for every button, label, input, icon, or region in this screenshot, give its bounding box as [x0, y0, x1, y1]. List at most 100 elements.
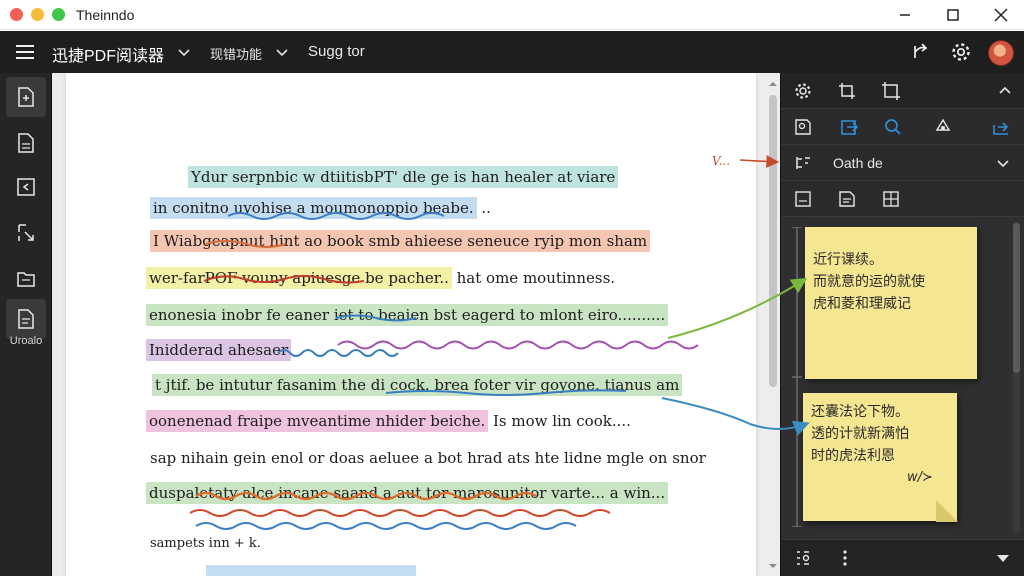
- add-file-icon: [18, 87, 34, 107]
- hamburger-icon: [16, 45, 34, 59]
- highlight-blue: [206, 565, 416, 576]
- gear-icon: [952, 43, 970, 61]
- close-icon: [994, 8, 1008, 22]
- scrollbar-thumb[interactable]: [769, 95, 777, 387]
- minimize-traffic-light[interactable]: [31, 8, 44, 21]
- export-annot-tool[interactable]: [835, 113, 863, 141]
- thumbnail-icon: [795, 191, 811, 207]
- document-scrollbar[interactable]: [768, 79, 778, 571]
- chevron-down-icon[interactable]: [274, 44, 290, 60]
- search-annot-tool[interactable]: [879, 113, 907, 141]
- settings-button[interactable]: [948, 40, 974, 64]
- scrollbar-thumb[interactable]: [1013, 223, 1020, 373]
- page-icon: [839, 191, 855, 207]
- crop-icon: [839, 83, 855, 99]
- annotations-panel: Oath de 近行课续。 而就意的运的就使 虎和菱和理威记 还囊法论下物。 透…: [780, 73, 1024, 576]
- forward-icon: [993, 122, 1009, 135]
- note-tool[interactable]: [6, 299, 46, 339]
- more-button[interactable]: [831, 544, 859, 572]
- expand-panel-button[interactable]: [989, 544, 1017, 572]
- orange-wave: [195, 491, 537, 501]
- chevron-down-icon[interactable]: [995, 155, 1011, 171]
- filter-icon: [796, 157, 810, 169]
- minimize-button[interactable]: [888, 3, 922, 27]
- image-annot-tool[interactable]: [789, 113, 817, 141]
- cycle-annot-tool[interactable]: [929, 113, 957, 141]
- grid-view[interactable]: [877, 185, 905, 213]
- window-title: Theinndo: [76, 7, 135, 23]
- sticky-note[interactable]: 近行课续。 而就意的运的就使 虎和菱和理威记: [805, 227, 977, 379]
- thumbnail-view[interactable]: [789, 185, 817, 213]
- close-traffic-light[interactable]: [10, 8, 23, 21]
- share-icon: [914, 43, 928, 58]
- gear-icon: [795, 83, 811, 99]
- maximize-button[interactable]: [936, 3, 970, 27]
- app-header: 迅捷PDF阅读器 现错功能 Sugg tor: [0, 31, 1024, 73]
- panel-collapse-button[interactable]: [991, 77, 1019, 105]
- caret-down-icon: [997, 555, 1009, 562]
- purple-wave: [337, 340, 699, 350]
- add-file-tool[interactable]: [6, 77, 46, 117]
- filter-dropdown-label[interactable]: Oath de: [833, 155, 883, 171]
- notes-scrollbar[interactable]: [1013, 221, 1020, 533]
- note-icon: [18, 309, 34, 329]
- suggest-menu[interactable]: Sugg tor: [308, 43, 365, 60]
- red-underline: [203, 275, 365, 284]
- page-view[interactable]: [833, 185, 861, 213]
- panel-settings-tab[interactable]: [789, 77, 817, 105]
- minimize-icon: [900, 14, 910, 16]
- window-titlebar: Theinndo: [0, 0, 1024, 30]
- panel-options-button[interactable]: [789, 544, 817, 572]
- orange-underline: [205, 240, 287, 248]
- tools-menu[interactable]: 现错功能: [210, 44, 262, 63]
- note-tool-label: Uroalo: [9, 335, 43, 347]
- transform-icon: [882, 82, 900, 100]
- avatar[interactable]: [988, 40, 1014, 66]
- filter-tool[interactable]: [789, 149, 817, 177]
- import-tool[interactable]: [6, 167, 46, 207]
- menu-button[interactable]: [12, 40, 38, 64]
- share-annot-tool[interactable]: [987, 113, 1015, 141]
- maximize-icon: [947, 9, 959, 21]
- ink-annotations: [189, 212, 699, 576]
- note-line: 而就意的运的就使: [813, 274, 925, 290]
- note-line: 近行课续。: [813, 252, 883, 268]
- panel-footer: [781, 539, 1024, 576]
- left-toolbar: Uroalo: [0, 73, 52, 576]
- app-name: 迅捷PDF阅读器: [52, 48, 165, 65]
- scroll-down-icon[interactable]: [768, 561, 778, 571]
- panel-tools-row: [781, 109, 1024, 145]
- blue-wave: [277, 349, 399, 357]
- close-button[interactable]: [984, 3, 1018, 27]
- document-icon: [18, 133, 34, 153]
- share-button[interactable]: [908, 40, 934, 64]
- page-curl: [936, 500, 958, 522]
- select-icon: [18, 224, 34, 241]
- import-icon: [17, 178, 35, 196]
- document-viewport[interactable]: Ydur serpnbic w dtiitisbPT' dle ge is ha…: [52, 73, 780, 576]
- red-wave: [189, 509, 611, 517]
- note-line: 虎和菱和理威记: [813, 296, 911, 312]
- note-line: 时的虎法利恩: [811, 448, 895, 464]
- panel-crop-tab[interactable]: [833, 77, 861, 105]
- sticky-note[interactable]: 还囊法论下物。 透的计就新满怕 时的虎法利恩 w/≻: [803, 393, 958, 522]
- zoom-traffic-light[interactable]: [52, 8, 65, 21]
- panel-view-row: [781, 181, 1024, 217]
- document-tool[interactable]: [6, 123, 46, 163]
- panel-filter-dropdown[interactable]: Oath de: [781, 145, 1024, 181]
- select-tool[interactable]: [6, 213, 46, 253]
- pdf-page[interactable]: Ydur serpnbic w dtiitisbPT' dle ge is ha…: [66, 73, 756, 576]
- note-line: 透的计就新满怕: [811, 426, 909, 442]
- grid-icon: [883, 191, 899, 207]
- scroll-up-icon[interactable]: [768, 79, 778, 89]
- margin-annotation: V...: [712, 154, 731, 168]
- chevron-down-icon[interactable]: [176, 44, 192, 60]
- blue-underline: [335, 314, 417, 322]
- export-icon: [841, 120, 859, 135]
- folder-tool[interactable]: [6, 259, 46, 299]
- folder-icon: [17, 272, 35, 287]
- panel-transform-tab[interactable]: [877, 77, 905, 105]
- sticky-notes-list[interactable]: 近行课续。 而就意的运的就使 虎和菱和理威记 还囊法论下物。 透的计就新满怕 时…: [781, 217, 1024, 539]
- list-settings-icon: [797, 551, 810, 565]
- more-vertical-icon: [843, 550, 847, 566]
